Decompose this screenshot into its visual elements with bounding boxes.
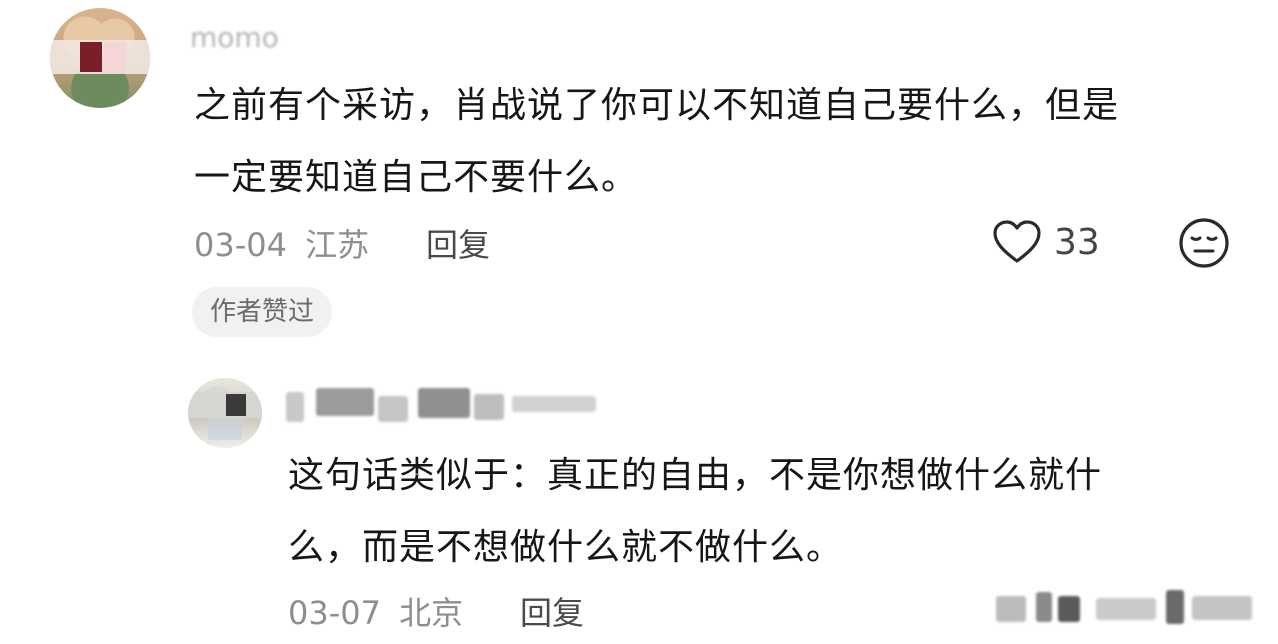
comment-meta: 03-04 江苏 <box>194 220 369 266</box>
comment-line: 之前有个采访，肖战说了你可以不知道自己要什么，但是 <box>194 85 1120 126</box>
avatar[interactable] <box>50 8 150 108</box>
dislike-face-icon[interactable] <box>1178 217 1230 269</box>
reply-meta: 03-07 北京 <box>288 588 463 634</box>
username-text: momo <box>190 22 279 54</box>
comment-text: 之前有个采访，肖战说了你可以不知道自己要什么，但是 一定要知道自己不要什么。 <box>194 70 1119 214</box>
reply-date: 03-07 <box>288 594 381 632</box>
comment-line: 一定要知道自己不要什么。 <box>194 157 639 198</box>
comment-date: 03-04 <box>194 226 287 264</box>
username[interactable]: momo <box>190 22 308 54</box>
reply-to-reply-button[interactable]: 回复 <box>520 588 584 634</box>
author-liked-badge: 作者赞过 <box>192 287 333 337</box>
like-count: 33 <box>1054 221 1100 263</box>
reply-text: 这句话类似于：真正的自由，不是你想做什么就什 么，而是不想做什么就不做什么。 <box>288 440 1102 584</box>
heart-icon <box>993 220 1041 263</box>
reply-button[interactable]: 回复 <box>426 220 490 266</box>
reply-location: 北京 <box>399 594 464 632</box>
reply-avatar[interactable] <box>188 378 262 448</box>
like-button[interactable]: 33 <box>992 216 1100 268</box>
watermark <box>996 588 1260 628</box>
reply-line: 么，而是不想做什么就不做什么。 <box>288 527 844 568</box>
comment-location: 江苏 <box>305 226 370 264</box>
reply-line: 这句话类似于：真正的自由，不是你想做什么就什 <box>288 455 1103 496</box>
reply-username[interactable] <box>286 388 598 424</box>
